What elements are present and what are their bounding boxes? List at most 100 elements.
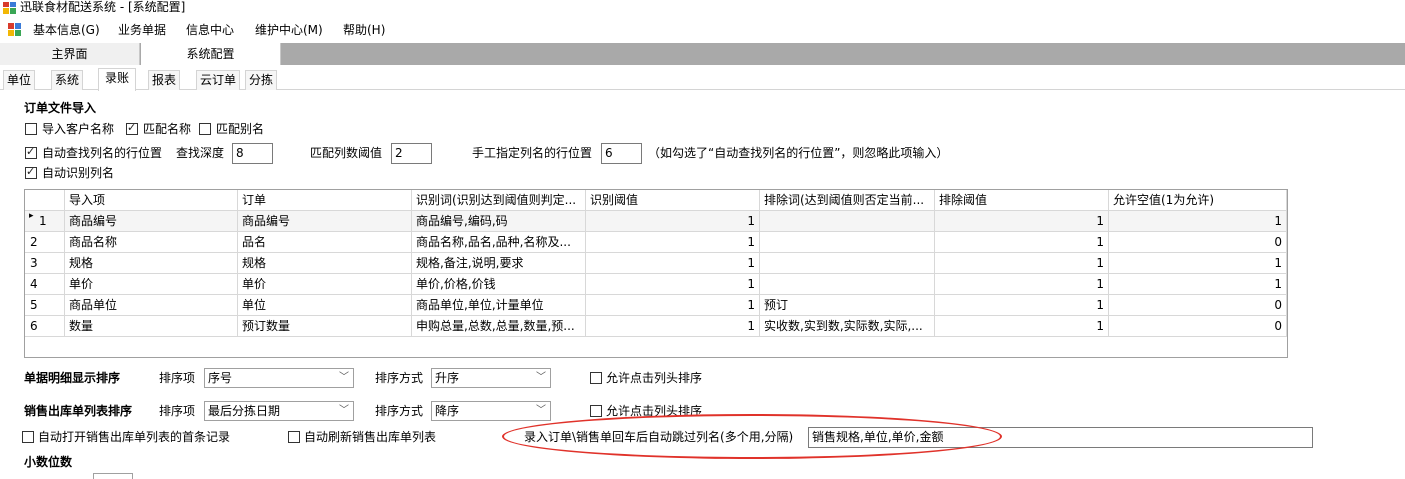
search-depth-label: 查找深度 — [176, 146, 225, 160]
grid-cell-words[interactable]: 单价,价格,价钱 — [412, 274, 586, 295]
import-mapping-grid[interactable]: 导入项 订单 识别词(识别达到阈值则判定... 识别阈值 排除词(达到阈值则否定… — [24, 189, 1288, 358]
grid-cell-th[interactable]: 1 — [586, 232, 760, 253]
detail-sort-mode-label: 排序方式 — [375, 371, 424, 385]
tab-system[interactable]: 系统 — [51, 70, 84, 90]
auto-open-first-record-checkbox[interactable] — [22, 431, 34, 443]
row-header[interactable]: 2 — [25, 232, 65, 253]
grid-cell-excl[interactable]: 预订 — [760, 295, 935, 316]
table-row[interactable]: 2 商品名称 品名 商品名称,品名,品种,名称及... 1 1 0 — [25, 232, 1287, 253]
tab-entry[interactable]: 录账 — [98, 68, 137, 91]
grid-cell-nul[interactable]: 1 — [1109, 211, 1287, 232]
grid-cell-exth[interactable]: 1 — [935, 211, 1109, 232]
grid-cell-th[interactable]: 1 — [586, 295, 760, 316]
grid-cell-words[interactable]: 商品编号,编码,码 — [412, 211, 586, 232]
menu-info-center[interactable]: 信息中心 — [186, 22, 234, 38]
match-alias-checkbox[interactable] — [199, 123, 211, 135]
grid-cell-exth[interactable]: 1 — [935, 295, 1109, 316]
sales-sort-mode-select[interactable]: 降序 ﹀ — [431, 401, 551, 421]
grid-cell-order[interactable]: 商品编号 — [238, 211, 412, 232]
grid-col-header[interactable]: 识别词(识别达到阈值则判定... — [412, 190, 586, 211]
table-row[interactable]: 4 单价 单价 单价,价格,价钱 1 1 1 — [25, 274, 1287, 295]
row-header[interactable]: 3 — [25, 253, 65, 274]
search-depth-input[interactable]: 8 — [232, 143, 273, 164]
grid-col-header[interactable]: 识别阈值 — [586, 190, 760, 211]
grid-cell-th[interactable]: 1 — [586, 211, 760, 232]
grid-cell-words[interactable]: 商品单位,单位,计量单位 — [412, 295, 586, 316]
grid-cell-words[interactable]: 规格,备注,说明,要求 — [412, 253, 586, 274]
manual-header-row-input[interactable]: 6 — [601, 143, 642, 164]
chevron-down-icon: ﹀ — [339, 372, 349, 383]
grid-cell-order[interactable]: 规格 — [238, 253, 412, 274]
tab-system-config[interactable]: 系统配置 — [141, 43, 281, 65]
tab-unit[interactable]: 单位 — [3, 70, 36, 90]
grid-cell-item[interactable]: 规格 — [65, 253, 238, 274]
table-row[interactable]: 6 数量 预订数量 申购总量,总数,总量,数量,预... 1 实收数,实到数,实际数,实际… — [25, 316, 1287, 337]
decimal-input[interactable] — [93, 473, 133, 479]
menu-basic-info[interactable]: 基本信息(G) — [33, 22, 100, 38]
grid-cell-item[interactable]: 商品单位 — [65, 295, 238, 316]
grid-cell-th[interactable]: 1 — [586, 253, 760, 274]
menu-business-docs[interactable]: 业务单据 — [118, 22, 166, 38]
auto-identify-columns-checkbox[interactable] — [25, 165, 37, 179]
menu-help[interactable]: 帮助(H) — [343, 22, 385, 38]
grid-col-header[interactable]: 订单 — [238, 190, 412, 211]
grid-cell-nul[interactable]: 1 — [1109, 274, 1287, 295]
sales-sort-item-select[interactable]: 最后分拣日期 ﹀ — [204, 401, 354, 421]
grid-cell-exth[interactable]: 1 — [935, 232, 1109, 253]
grid-col-header[interactable]: 导入项 — [65, 190, 238, 211]
tab-cloud-order[interactable]: 云订单 — [196, 70, 241, 90]
sales-allow-header-sort-checkbox[interactable] — [590, 405, 602, 417]
detail-sort-item-value: 序号 — [208, 371, 233, 385]
grid-col-header[interactable]: 允许空值(1为允许) — [1109, 190, 1287, 211]
auto-refresh-list-checkbox[interactable] — [288, 431, 300, 443]
grid-cell-nul[interactable]: 0 — [1109, 316, 1287, 337]
grid-cell-item[interactable]: 数量 — [65, 316, 238, 337]
manual-header-row-note: （如勾选了“自动查找列名的行位置”，则忽略此项输入） — [648, 146, 949, 160]
table-row[interactable]: 3 规格 规格 规格,备注,说明,要求 1 1 1 — [25, 253, 1287, 274]
grid-cell-th[interactable]: 1 — [586, 274, 760, 295]
sales-sort-item-value: 最后分拣日期 — [208, 404, 281, 418]
match-threshold-input[interactable]: 2 — [391, 143, 432, 164]
grid-cell-excl[interactable] — [760, 274, 935, 295]
tab-sorting[interactable]: 分拣 — [245, 70, 278, 90]
grid-cell-excl[interactable]: 实收数,实到数,实际数,实际,... — [760, 316, 935, 337]
grid-cell-exth[interactable]: 1 — [935, 316, 1109, 337]
tab-main[interactable]: 主界面 — [0, 43, 140, 65]
grid-cell-words[interactable]: 商品名称,品名,品种,名称及... — [412, 232, 586, 253]
detail-sort-item-select[interactable]: 序号 ﹀ — [204, 368, 354, 388]
grid-cell-item[interactable]: 单价 — [65, 274, 238, 295]
row-header[interactable]: 6 — [25, 316, 65, 337]
grid-cell-nul[interactable]: 0 — [1109, 232, 1287, 253]
grid-col-header[interactable]: 排除阈值 — [935, 190, 1109, 211]
auto-find-header-row-checkbox[interactable] — [25, 145, 37, 159]
grid-cell-order[interactable]: 单位 — [238, 295, 412, 316]
grid-cell-excl[interactable] — [760, 211, 935, 232]
grid-cell-item[interactable]: 商品编号 — [65, 211, 238, 232]
grid-cell-th[interactable]: 1 — [586, 316, 760, 337]
grid-cell-excl[interactable] — [760, 253, 935, 274]
table-row[interactable]: ▸ 1 商品编号 商品编号 商品编号,编码,码 1 1 1 — [25, 211, 1287, 232]
tab-report[interactable]: 报表 — [148, 70, 181, 90]
mdi-child-icon[interactable] — [8, 23, 22, 36]
table-row[interactable]: 5 商品单位 单位 商品单位,单位,计量单位 1 预订 1 0 — [25, 295, 1287, 316]
row-header[interactable]: 5 — [25, 295, 65, 316]
grid-cell-exth[interactable]: 1 — [935, 274, 1109, 295]
grid-cell-words[interactable]: 申购总量,总数,总量,数量,预... — [412, 316, 586, 337]
grid-cell-item[interactable]: 商品名称 — [65, 232, 238, 253]
grid-cell-nul[interactable]: 1 — [1109, 253, 1287, 274]
grid-cell-order[interactable]: 单价 — [238, 274, 412, 295]
grid-col-header[interactable]: 排除词(达到阈值则否定当前... — [760, 190, 935, 211]
row-header[interactable]: 1 — [25, 211, 65, 232]
grid-cell-order[interactable]: 预订数量 — [238, 316, 412, 337]
grid-cell-exth[interactable]: 1 — [935, 253, 1109, 274]
grid-cell-nul[interactable]: 0 — [1109, 295, 1287, 316]
grid-cell-order[interactable]: 品名 — [238, 232, 412, 253]
section-title-sales-sort: 销售出库单列表排序 — [24, 404, 133, 418]
match-name-checkbox[interactable] — [126, 121, 138, 135]
import-customer-name-checkbox[interactable] — [25, 123, 37, 135]
grid-cell-excl[interactable] — [760, 232, 935, 253]
menu-maintenance[interactable]: 维护中心(M) — [255, 22, 323, 38]
detail-sort-mode-select[interactable]: 升序 ﹀ — [431, 368, 551, 388]
row-header[interactable]: 4 — [25, 274, 65, 295]
detail-allow-header-sort-checkbox[interactable] — [590, 372, 602, 384]
